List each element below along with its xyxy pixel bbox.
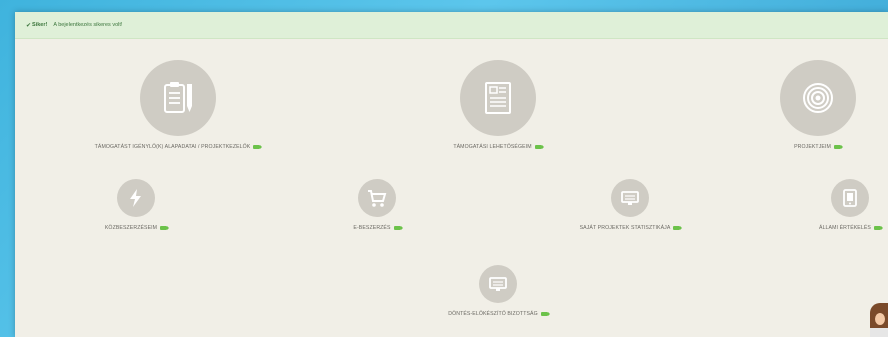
avatar-shirt: [870, 328, 888, 337]
target-icon: [802, 83, 833, 113]
arrow-icon: [873, 226, 883, 230]
tile-icon-circle: [479, 265, 517, 303]
tile-label: Közbeszerzéseim: [104, 225, 158, 231]
main-frame: ✔ Siker! A bejelentkezés sikeres volt! T…: [15, 12, 888, 337]
tile-icon-circle: [358, 179, 396, 217]
tile-allami-ertekeles[interactable]: Állami értékelés: [805, 179, 888, 231]
tile-icon-circle: [779, 60, 856, 136]
tile-e-beszerzes[interactable]: E-beszerzés: [317, 179, 437, 231]
tile-label: Saját projektek statisztikája: [579, 225, 671, 231]
avatar-face: [875, 313, 885, 325]
lightning-icon: [130, 189, 141, 207]
cart-icon: [368, 190, 387, 207]
monitor-icon: [489, 277, 507, 291]
monitor-icon: [621, 191, 639, 205]
arrow-icon: [833, 145, 843, 149]
arrow-icon: [393, 226, 403, 230]
tile-dontes-elokeszito-bizottsag[interactable]: Döntés-előkészítő bizottság: [418, 265, 578, 317]
tile-label: Támogatást igénylő(k) alapadatai / Proje…: [94, 144, 251, 150]
success-alert: ✔ Siker! A bejelentkezés sikeres volt!: [15, 12, 888, 39]
alert-strong: Siker!: [32, 22, 48, 28]
tile-label: Állami értékelés: [819, 225, 871, 231]
arrow-icon: [534, 145, 544, 149]
tile-icon-circle: [139, 60, 216, 136]
tile-tamogatasi-lehetosegeim[interactable]: Támogatási lehetőségeim: [410, 60, 585, 150]
tile-icon-circle: [117, 179, 155, 217]
tile-icon-circle: [459, 60, 536, 136]
arrow-icon: [540, 312, 550, 316]
tablet-icon: [843, 189, 857, 207]
tile-label: Támogatási lehetőségeim: [453, 144, 532, 150]
document-icon: [484, 82, 511, 114]
assistant-avatar[interactable]: [870, 303, 888, 337]
clipboard-pencil-icon: [163, 82, 192, 113]
tile-label: Projektjeim: [794, 144, 831, 150]
tile-icon-circle: [611, 179, 649, 217]
tile-sajat-projektek-statisztikaja[interactable]: Saját projektek statisztikája: [550, 179, 710, 231]
tile-label: Döntés-előkészítő bizottság: [448, 311, 538, 317]
tile-projektjeim[interactable]: Projektjeim: [765, 60, 870, 150]
alert-message: A bejelentkezés sikeres volt!: [53, 22, 123, 28]
tile-icon-circle: [831, 179, 869, 217]
tile-label: E-beszerzés: [353, 225, 391, 231]
arrow-icon: [673, 226, 683, 230]
tile-kozbeszerzeseim[interactable]: Közbeszerzéseim: [76, 179, 196, 231]
arrow-icon: [160, 226, 170, 230]
arrow-icon: [253, 145, 263, 149]
tile-alapadatok[interactable]: Támogatást igénylő(k) alapadatai / Proje…: [75, 60, 280, 150]
check-icon: ✔: [26, 22, 32, 29]
